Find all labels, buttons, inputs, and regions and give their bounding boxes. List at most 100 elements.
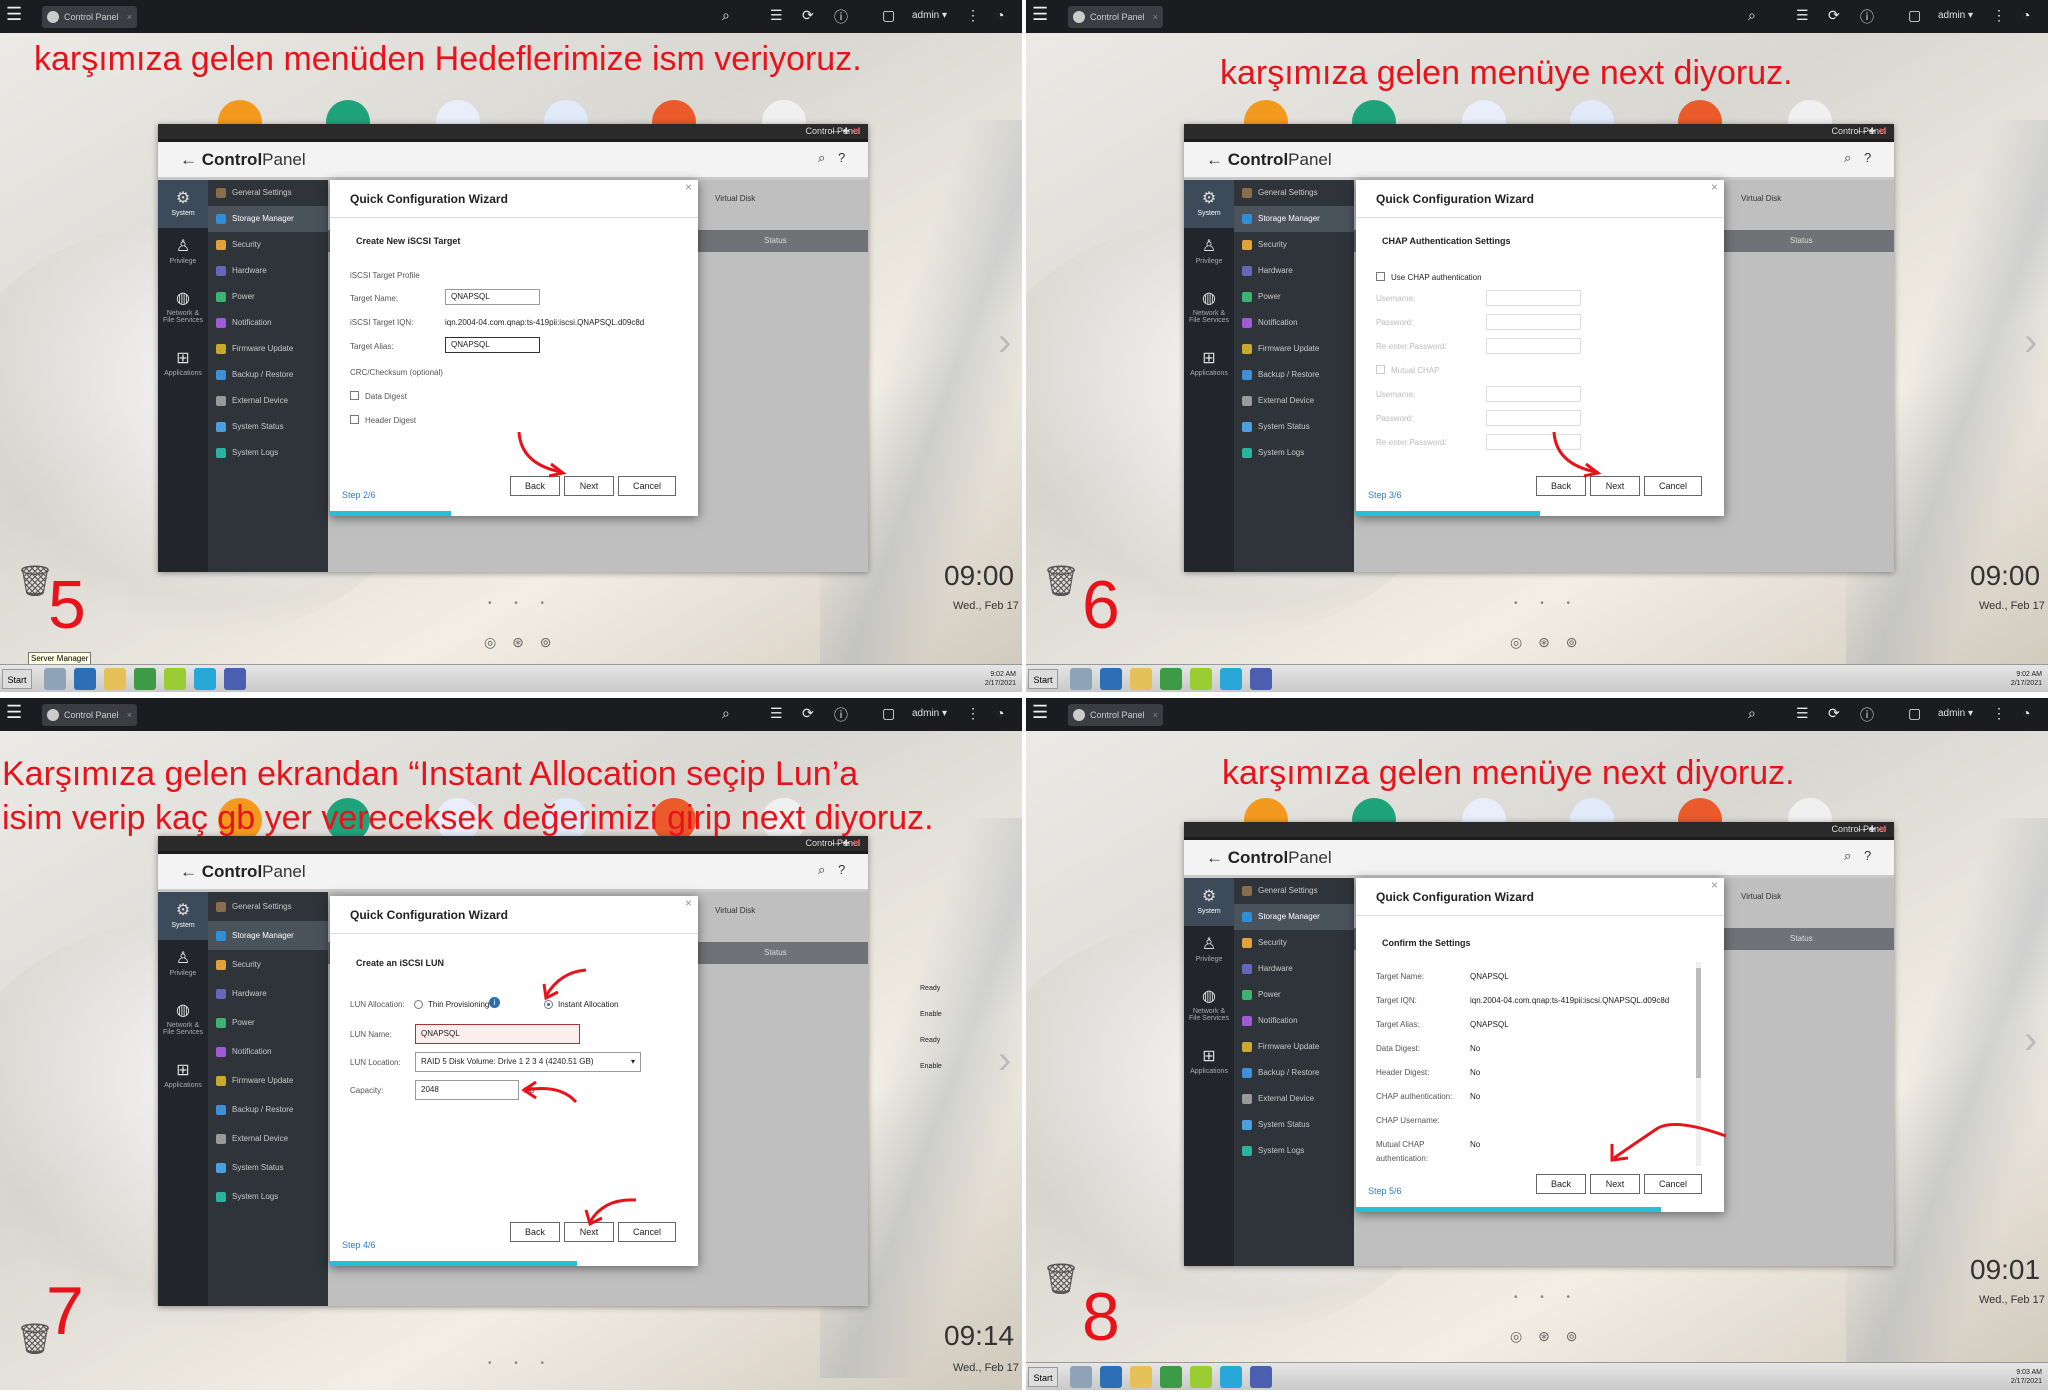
chrome-icon[interactable] — [1160, 668, 1182, 690]
reenter-input[interactable] — [1486, 338, 1581, 354]
scrollbar-thumb[interactable] — [1696, 968, 1701, 1078]
back-button[interactable]: Back — [1536, 1174, 1586, 1194]
menu-icon[interactable]: ☰ — [6, 4, 22, 25]
folder-icon[interactable] — [1130, 1366, 1152, 1388]
desktop-tools[interactable]: ◎ ⊛ ⊚ — [1510, 1328, 1583, 1345]
info-icon[interactable]: ⓘ — [834, 7, 848, 27]
qfinder-icon[interactable] — [1220, 1366, 1242, 1388]
side-privilege[interactable]: ♙ Privilege — [158, 236, 208, 265]
nav-item[interactable]: External Device — [208, 1124, 328, 1153]
mutual-chap-checkbox[interactable] — [1376, 365, 1385, 374]
side-applications[interactable]: ⊞ Applications — [1184, 1046, 1234, 1075]
capacity-input[interactable]: 2048 — [415, 1080, 519, 1100]
folder-icon[interactable] — [1130, 668, 1152, 690]
alias-input[interactable]: QNAPSQL — [445, 337, 540, 353]
back-button[interactable]: Back — [1536, 476, 1586, 496]
window-controls[interactable]: — ✚ ✕ — [831, 124, 860, 139]
menu-icon[interactable]: ☰ — [1032, 702, 1048, 723]
data-digest-checkbox[interactable] — [350, 391, 359, 400]
use-chap-checkbox[interactable] — [1376, 272, 1385, 281]
nav-item[interactable]: Hardware — [208, 979, 328, 1008]
tasks-icon[interactable]: ☰ — [770, 705, 783, 722]
back-button[interactable]: Back — [510, 476, 560, 496]
dashboard-icon[interactable]: ◔ — [996, 705, 1004, 721]
more-icon[interactable]: ⋮ — [966, 7, 980, 24]
help-icon[interactable]: ? — [1864, 848, 1871, 863]
cancel-button[interactable]: Cancel — [1644, 476, 1702, 496]
header-digest-checkbox[interactable] — [350, 415, 359, 424]
next-button[interactable]: Next — [1590, 476, 1640, 496]
sync-icon[interactable]: ⟳ — [1828, 7, 1840, 24]
desktop-tools[interactable]: ◎ ⊛ ⊚ — [484, 634, 557, 651]
menu-icon[interactable]: ☰ — [1032, 4, 1048, 25]
folder-icon[interactable] — [104, 668, 126, 690]
nav-item[interactable]: Hardware — [208, 258, 328, 284]
close-icon[interactable]: × — [685, 168, 692, 206]
search-icon[interactable]: ⌕ — [1748, 7, 1756, 24]
qfinder-icon[interactable] — [1220, 668, 1242, 690]
lun-name-input[interactable]: QNAPSQL — [415, 1024, 580, 1044]
qfinder-icon[interactable] — [194, 668, 216, 690]
tasks-icon[interactable]: ☰ — [770, 7, 783, 24]
chevron-right-icon[interactable]: › — [2024, 1018, 2037, 1063]
nav-item[interactable]: Hardware — [1234, 956, 1354, 982]
nav-item[interactable]: System Logs — [1234, 440, 1354, 466]
menu-icon[interactable]: ☰ — [6, 702, 22, 723]
start-button[interactable]: Start — [1028, 669, 1058, 689]
nav-item[interactable]: Backup / Restore — [208, 1095, 328, 1124]
nav-item[interactable]: System Status — [1234, 1112, 1354, 1138]
powershell-icon[interactable] — [1100, 668, 1122, 690]
nav-item[interactable]: Power — [1234, 284, 1354, 310]
close-icon[interactable]: × — [685, 884, 692, 922]
window-controls[interactable]: — ✚ ✕ — [1857, 822, 1886, 837]
nav-item[interactable]: System Status — [208, 1153, 328, 1182]
side-privilege[interactable]: ♙ Privilege — [1184, 934, 1234, 963]
search-icon[interactable]: ⌕ — [818, 862, 825, 878]
nav-item[interactable]: General Settings — [208, 180, 328, 206]
chevron-right-icon[interactable]: › — [2024, 320, 2037, 365]
dashboard-icon[interactable]: ◔ — [996, 7, 1004, 23]
network-icon[interactable] — [1250, 1366, 1272, 1388]
trash-icon[interactable]: 🗑 — [1042, 1262, 1080, 1297]
nav-item[interactable]: System Status — [208, 414, 328, 440]
server-manager-icon[interactable] — [1070, 1366, 1092, 1388]
nav-item[interactable]: Notification — [1234, 310, 1354, 336]
nav-item[interactable]: Hardware — [1234, 258, 1354, 284]
admin-menu[interactable]: admin ▾ — [912, 10, 947, 21]
server-manager-icon[interactable] — [1070, 668, 1092, 690]
search-icon[interactable]: ⌕ — [722, 705, 730, 722]
side-privilege[interactable]: ♙ Privilege — [1184, 236, 1234, 265]
chevron-right-icon[interactable]: › — [998, 320, 1011, 365]
nav-item[interactable]: Security — [208, 950, 328, 979]
app-icon[interactable] — [1190, 1366, 1212, 1388]
chrome-icon[interactable] — [134, 668, 156, 690]
sync-icon[interactable]: ⟳ — [802, 705, 814, 722]
nav-item[interactable]: Notification — [208, 310, 328, 336]
side-system[interactable]: ⚙ System — [158, 892, 208, 940]
nav-item[interactable]: Backup / Restore — [1234, 362, 1354, 388]
close-icon[interactable]: × — [1711, 168, 1718, 206]
app-icon[interactable] — [164, 668, 186, 690]
info-icon[interactable]: ⓘ — [834, 705, 848, 725]
browser-tab[interactable]: Control Panel × — [42, 704, 137, 726]
more-icon[interactable]: ⋮ — [1992, 705, 2006, 722]
cancel-button[interactable]: Cancel — [618, 476, 676, 496]
nav-item[interactable]: External Device — [1234, 388, 1354, 414]
side-applications[interactable]: ⊞ Applications — [158, 1060, 208, 1089]
network-icon[interactable] — [224, 668, 246, 690]
user-icon[interactable]: ▢ — [882, 705, 895, 722]
side-system[interactable]: ⚙ System — [158, 180, 208, 228]
help-icon[interactable]: ? — [838, 862, 845, 877]
sync-icon[interactable]: ⟳ — [1828, 705, 1840, 722]
trash-icon[interactable]: 🗑 — [16, 564, 54, 599]
help-icon[interactable]: ? — [1864, 150, 1871, 165]
next-button[interactable]: Next — [564, 476, 614, 496]
admin-menu[interactable]: admin ▾ — [912, 708, 947, 719]
network-icon[interactable] — [1250, 668, 1272, 690]
nav-item[interactable]: Power — [208, 1008, 328, 1037]
target-name-input[interactable]: QNAPSQL — [445, 289, 540, 305]
nav-item[interactable]: System Status — [1234, 414, 1354, 440]
more-icon[interactable]: ⋮ — [966, 705, 980, 722]
powershell-icon[interactable] — [74, 668, 96, 690]
server-manager-icon[interactable] — [44, 668, 66, 690]
